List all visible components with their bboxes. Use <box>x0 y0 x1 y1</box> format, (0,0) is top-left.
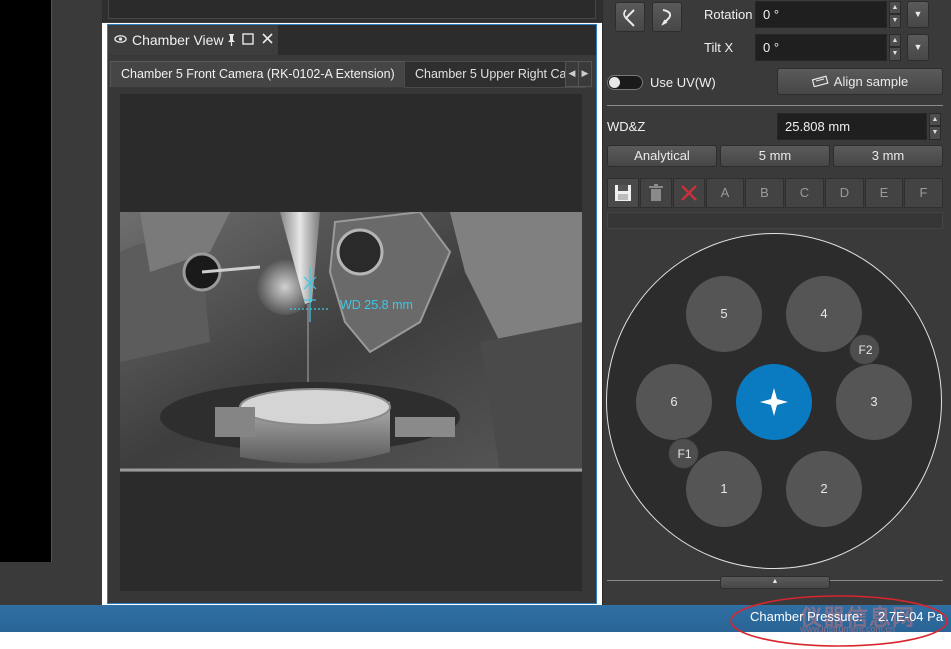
tab-front-camera[interactable]: Chamber 5 Front Camera (RK-0102-A Extens… <box>110 61 424 87</box>
tilt-dropdown-button[interactable]: ▼ <box>907 34 929 61</box>
panel-header-empty <box>278 25 596 55</box>
close-icon[interactable] <box>262 33 273 47</box>
clear-positions-button[interactable] <box>673 178 705 208</box>
upper-panel-content <box>108 0 596 19</box>
wd-preset-5mm-button[interactable]: 5 mm <box>720 145 830 167</box>
wd-z-decrement-icon[interactable]: ▼ <box>929 126 941 140</box>
tilt-decrement-icon[interactable]: ▼ <box>889 47 901 61</box>
slot-label: 6 <box>670 394 678 409</box>
rotation-dropdown-button[interactable]: ▼ <box>907 1 929 28</box>
chamber-view-header[interactable]: Chamber View <box>108 25 278 55</box>
rotate-cw-icon <box>661 9 672 26</box>
wd-preset-analytical-button[interactable]: Analytical <box>607 145 717 167</box>
left-panel-frame <box>52 0 102 605</box>
slot-label: 4 <box>820 306 828 321</box>
position-c-button[interactable]: C <box>785 178 824 208</box>
left-display-panel <box>0 0 52 562</box>
use-uv-toggle[interactable] <box>607 75 643 90</box>
holder-center-slot[interactable] <box>736 364 812 440</box>
eye-icon[interactable] <box>114 32 127 49</box>
fiducial-label: F2 <box>858 343 873 357</box>
position-b-button[interactable]: B <box>745 178 784 208</box>
fiducial-f2[interactable]: F2 <box>849 334 880 365</box>
trash-icon <box>649 184 663 201</box>
save-position-button[interactable] <box>607 178 639 208</box>
panel-title: Chamber View <box>132 32 224 48</box>
position-d-button[interactable]: D <box>825 178 864 208</box>
camera-feed-image[interactable]: WD 25.8 mm <box>120 212 582 472</box>
slot-label: 3 <box>870 394 878 409</box>
rotate-ccw-icon <box>623 9 635 27</box>
delete-position-button[interactable] <box>640 178 672 208</box>
slot-label: 5 <box>720 306 728 321</box>
position-e-button[interactable]: E <box>865 178 903 208</box>
chamber-camera-render <box>120 212 582 472</box>
fiducial-f1[interactable]: F1 <box>668 438 699 469</box>
align-sample-button[interactable]: Align sample <box>777 68 943 95</box>
star-crosshair-icon <box>760 388 788 416</box>
tilt-x-input[interactable]: 0 ° <box>755 34 887 61</box>
tab-scroll-left-icon[interactable]: ◀ <box>565 61 579 87</box>
fiducial-label: F1 <box>677 447 692 461</box>
rotate-cw-button[interactable] <box>652 2 682 32</box>
slot-label: 2 <box>820 481 828 496</box>
rotation-input[interactable]: 0 ° <box>755 1 887 28</box>
save-icon <box>615 185 631 201</box>
position-f-button[interactable]: F <box>904 178 943 208</box>
rotation-decrement-icon[interactable]: ▼ <box>889 14 901 28</box>
holder-slot-3[interactable]: 3 <box>836 364 912 440</box>
tab-upper-right-camera[interactable]: Chamber 5 Upper Right Ca <box>404 61 586 88</box>
wd-z-input[interactable]: 25.808 mm <box>777 113 927 140</box>
red-x-icon <box>681 185 697 201</box>
rotate-ccw-button[interactable] <box>615 2 645 32</box>
holder-slot-6[interactable]: 6 <box>636 364 712 440</box>
rotation-increment-icon[interactable]: ▲ <box>889 1 901 14</box>
position-info-bar <box>607 212 943 229</box>
wd-preset-3mm-button[interactable]: 3 mm <box>833 145 943 167</box>
use-uv-label: Use UV(W) <box>650 75 716 90</box>
toggle-knob <box>609 77 620 88</box>
tilt-x-label: Tilt X <box>704 40 734 55</box>
red-annotation-ellipse <box>730 595 948 647</box>
pin-icon[interactable] <box>226 33 237 49</box>
wd-z-label: WD&Z <box>607 119 646 134</box>
holder-slot-2[interactable]: 2 <box>786 451 862 527</box>
rotation-label: Rotation <box>704 7 753 22</box>
left-panel-footer <box>0 562 102 605</box>
position-a-button[interactable]: A <box>706 178 744 208</box>
section-divider <box>607 105 943 106</box>
align-sample-icon <box>811 70 830 95</box>
tab-scroll-right-icon[interactable]: ▶ <box>578 61 592 87</box>
align-sample-label: Align sample <box>833 74 909 89</box>
wd-z-increment-icon[interactable]: ▲ <box>929 113 941 126</box>
slot-label: 1 <box>720 481 728 496</box>
tilt-increment-icon[interactable]: ▲ <box>889 34 901 47</box>
expand-panel-button[interactable]: ▲ <box>720 576 830 589</box>
holder-slot-5[interactable]: 5 <box>686 276 762 352</box>
wd-overlay-label: WD 25.8 mm <box>340 298 413 312</box>
holder-slot-1[interactable]: 1 <box>686 451 762 527</box>
maximize-icon[interactable] <box>242 33 254 48</box>
